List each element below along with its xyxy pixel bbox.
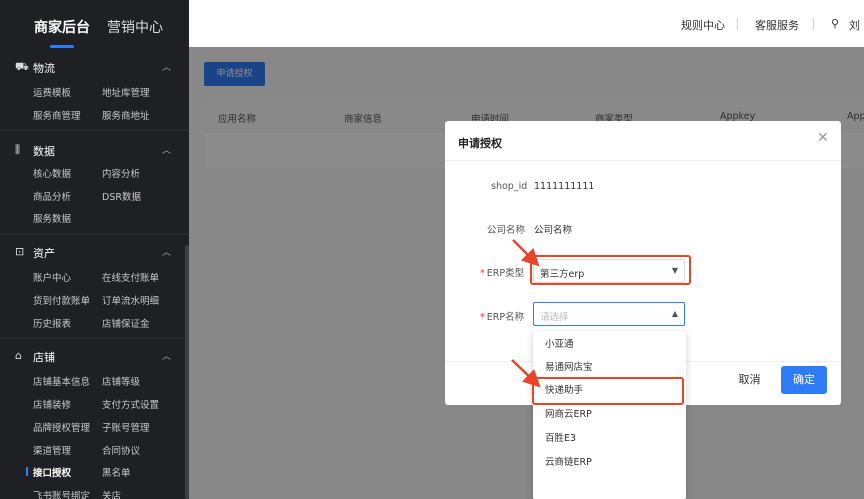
erp-name-placeholder: 请选择 xyxy=(540,312,569,323)
sidebar-item[interactable]: 内容分析 xyxy=(102,166,140,180)
modal-title: 申请授权 xyxy=(458,137,502,150)
sidebar-section-data[interactable]: ⫼ 数据 ︿ xyxy=(0,141,189,161)
sidebar-section-assets[interactable]: ⊡ 资产 ︿ xyxy=(0,243,189,263)
sidebar-item[interactable]: 账户中心 xyxy=(33,270,71,284)
erp-name-label-text: ERP名称 xyxy=(486,312,525,323)
erp-type-label-text: ERP类型 xyxy=(486,268,525,279)
dropdown-option[interactable]: 小亚通 xyxy=(533,333,686,356)
company-value: 公司名称 xyxy=(534,225,573,236)
sidebar-item[interactable]: DSR数据 xyxy=(102,189,141,203)
sidebar-item[interactable]: 商品分析 xyxy=(33,189,71,203)
sidebar-item[interactable]: 运费模板 xyxy=(33,85,71,99)
section-title: 物流 xyxy=(33,62,55,75)
section-title: 店铺 xyxy=(33,351,55,364)
required-asterisk: * xyxy=(480,268,485,279)
erp-type-label: * ERP类型 xyxy=(480,265,524,279)
divider xyxy=(0,338,189,339)
dropdown-option[interactable]: 百胜E3 xyxy=(533,427,686,450)
sidebar-item[interactable]: 店铺装修 xyxy=(33,397,71,411)
sidebar-item[interactable]: 子账号管理 xyxy=(102,420,150,434)
user-icon[interactable]: ⚲ xyxy=(831,17,839,30)
store-icon: ⌂ xyxy=(15,349,22,362)
annotation-highlight-erp-type xyxy=(530,255,691,285)
dropdown-option[interactable]: 网商云ERP xyxy=(533,403,686,426)
company-label: 公司名称 xyxy=(487,225,526,236)
wallet-icon: ⊡ xyxy=(15,245,25,258)
sidebar-item[interactable]: 黑名单 xyxy=(102,465,131,479)
sidebar-item[interactable]: 飞书账号绑定 xyxy=(33,488,90,499)
divider xyxy=(0,234,189,235)
divider xyxy=(445,160,841,161)
divider xyxy=(813,18,814,30)
erp-name-dropdown: 小亚通 易通网店宝 快递助手 网商云ERP 百胜E3 云商链ERP xyxy=(533,331,686,499)
user-name[interactable]: 刘 xyxy=(849,17,860,33)
truck-icon: ⛟ xyxy=(15,60,29,73)
erp-name-select[interactable]: 请选择 ▲ xyxy=(533,302,685,326)
sidebar-item[interactable]: 店铺基本信息 xyxy=(33,374,90,388)
active-item-indicator xyxy=(26,467,28,476)
erp-name-label: * ERP名称 xyxy=(480,309,524,323)
chevron-up-icon: ︿ xyxy=(162,63,172,73)
sidebar-item[interactable]: 历史报表 xyxy=(33,316,71,330)
sidebar: 商家后台 营销中心 ⛟ 物流 ︿ 运费模板 地址库管理 服务商管理 服务商地址 … xyxy=(0,0,189,499)
sidebar-item[interactable]: 订单流水明细 xyxy=(102,293,159,307)
sidebar-item[interactable]: 货到付款账单 xyxy=(33,293,90,307)
dropdown-option[interactable]: 云商链ERP xyxy=(533,451,686,474)
shop-id-value: 1111111111 xyxy=(534,181,595,192)
sidebar-item[interactable]: 合同协议 xyxy=(102,443,140,457)
top-header: 规则中心 客服服务 ⚲ 刘 xyxy=(189,0,864,47)
confirm-button[interactable]: 确定 xyxy=(781,366,827,394)
section-title: 数据 xyxy=(33,145,55,158)
divider xyxy=(737,18,738,30)
sidebar-item[interactable]: 核心数据 xyxy=(33,166,71,180)
dropdown-option[interactable]: 易通网店宝 xyxy=(533,356,686,379)
sidebar-section-store[interactable]: ⌂ 店铺 ︿ xyxy=(0,347,189,367)
sidebar-section-logistics[interactable]: ⛟ 物流 ︿ xyxy=(0,58,189,78)
section-title: 资产 xyxy=(33,247,55,260)
chevron-up-icon: ︿ xyxy=(162,352,172,362)
sidebar-item[interactable]: 服务商管理 xyxy=(33,108,81,122)
sidebar-item[interactable]: 在线支付账单 xyxy=(102,270,159,284)
cancel-button[interactable]: 取消 xyxy=(727,366,772,394)
caret-up-icon: ▲ xyxy=(671,309,678,318)
shop-id-label: shop_id xyxy=(491,181,528,192)
required-asterisk: * xyxy=(480,312,485,323)
tab-merchant-backend[interactable]: 商家后台 xyxy=(34,17,90,37)
sidebar-item[interactable]: 渠道管理 xyxy=(33,443,71,457)
sidebar-item[interactable]: 店铺保证金 xyxy=(102,316,150,330)
rules-center-link[interactable]: 规则中心 xyxy=(681,17,725,33)
chevron-up-icon: ︿ xyxy=(162,146,172,156)
sidebar-top-tabs: 商家后台 营销中心 xyxy=(0,0,189,52)
customer-service-link[interactable]: 客服服务 xyxy=(755,17,799,33)
sidebar-item-api-auth[interactable]: 接口授权 xyxy=(33,465,71,479)
sidebar-item[interactable]: 关店 xyxy=(102,488,121,499)
divider xyxy=(0,130,189,131)
sidebar-item[interactable]: 品牌授权管理 xyxy=(33,420,90,434)
close-icon[interactable]: ✕ xyxy=(817,131,829,145)
annotation-highlight-option xyxy=(532,377,684,405)
sidebar-item[interactable]: 支付方式设置 xyxy=(102,397,159,411)
tab-marketing-center[interactable]: 营销中心 xyxy=(107,17,163,37)
sidebar-item[interactable]: 地址库管理 xyxy=(102,85,150,99)
chevron-up-icon: ︿ xyxy=(162,248,172,258)
sidebar-item[interactable]: 服务数据 xyxy=(33,211,71,225)
active-tab-underline xyxy=(50,45,74,48)
bar-chart-icon: ⫼ xyxy=(15,143,21,156)
sidebar-item[interactable]: 服务商地址 xyxy=(102,108,150,122)
sidebar-item[interactable]: 店铺等级 xyxy=(102,374,140,388)
